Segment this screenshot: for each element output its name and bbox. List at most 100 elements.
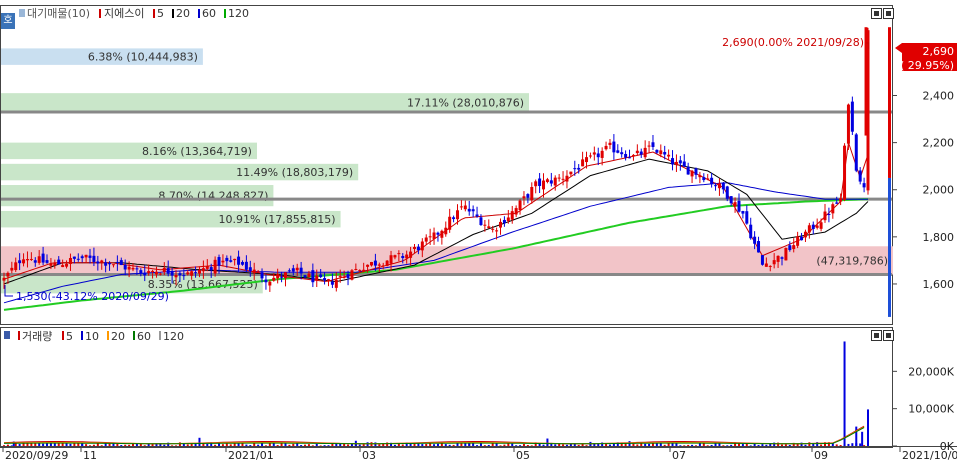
volume-legend: 거래량 5 10 20 60 120: [4, 330, 184, 343]
volume-bar: [49, 443, 52, 446]
candle: [827, 214, 831, 216]
price-tick-label: 2,200: [923, 137, 955, 150]
candle: [725, 186, 729, 199]
candle: [506, 217, 510, 222]
candle: [815, 225, 819, 228]
candle: [53, 262, 57, 266]
price-panel-maximize-button[interactable]: [871, 8, 882, 19]
candle: [499, 221, 503, 228]
candle: [2, 277, 6, 281]
volume-bar: [163, 444, 166, 446]
legend-stock-name: 지에스이: [104, 7, 144, 20]
candle: [612, 141, 616, 153]
volume-bar: [3, 445, 5, 446]
candle: [702, 177, 706, 181]
candle: [295, 267, 299, 271]
candle: [6, 272, 10, 277]
volume-bar: [499, 445, 502, 446]
volume-bar: [706, 445, 709, 446]
candle: [166, 268, 170, 274]
date-tick-label: 07: [672, 449, 686, 462]
candle: [92, 255, 96, 262]
candle: [346, 274, 350, 279]
candle: [850, 101, 854, 132]
ma-legend-swatch: [198, 9, 200, 18]
candle: [776, 255, 780, 262]
candle: [385, 260, 389, 266]
candle: [76, 258, 80, 260]
candle: [57, 259, 61, 265]
volume-panel-maximize-button[interactable]: [871, 330, 882, 341]
candle: [22, 259, 26, 264]
volume-bar: [522, 444, 525, 446]
candle: [518, 200, 522, 211]
candle: [792, 245, 796, 250]
candle: [858, 170, 862, 182]
candle: [131, 267, 135, 270]
candle: [749, 224, 753, 239]
candle: [487, 226, 491, 229]
volume-bar: [820, 444, 823, 446]
candle: [534, 181, 538, 187]
candle: [221, 260, 225, 263]
candle: [436, 232, 440, 235]
date-tick-label: 2020/09/29: [5, 449, 68, 462]
candle: [401, 256, 405, 259]
price-tick-label: 1,800: [923, 231, 955, 244]
volume-bar: [89, 445, 92, 446]
volume-bar: [694, 445, 697, 446]
volume-ma-legend-label: 120: [163, 330, 184, 343]
volume-bar: [861, 431, 864, 446]
volume-bar: [108, 443, 111, 446]
candle: [803, 231, 807, 238]
candle: [678, 160, 682, 164]
candle: [412, 246, 416, 249]
volume-ma-legend-swatch: [107, 331, 109, 340]
candle: [264, 279, 268, 283]
volume-bar: [788, 444, 791, 446]
candle: [647, 145, 651, 147]
candle: [248, 267, 252, 272]
price-panel-close-button[interactable]: [883, 8, 894, 19]
volume-profile-label: (47,319,786): [816, 254, 888, 267]
price-tick-label: 2,000: [923, 184, 955, 197]
volume-bar: [300, 445, 303, 446]
candle: [565, 175, 569, 182]
candle: [620, 152, 624, 155]
volume-bar: [171, 445, 174, 446]
candle: [416, 246, 420, 251]
chart-mode-button[interactable]: 호: [1, 13, 15, 29]
candle: [14, 262, 18, 271]
volume-bar: [276, 445, 279, 446]
candle: [209, 267, 213, 271]
volume-profile: 6.38% (10,444,983) 17.11% (28,010,876) 8.1…: [1, 48, 893, 294]
candle: [123, 264, 127, 270]
volume-bar: [362, 444, 365, 446]
volume-panel-close-button[interactable]: [883, 330, 894, 341]
volume-bar: [128, 444, 131, 446]
price-range-bar: [888, 27, 891, 178]
volume-bar: [577, 444, 580, 446]
volume-bar: [143, 445, 146, 446]
candle: [174, 274, 178, 278]
volume-bar: [178, 442, 181, 446]
candle: [299, 267, 303, 274]
volume-bar: [10, 445, 13, 446]
candle: [729, 196, 733, 204]
volume-bar: [315, 443, 318, 446]
candle: [655, 149, 659, 153]
volume-bar: [687, 444, 690, 446]
candle: [694, 168, 698, 175]
candle: [624, 154, 628, 158]
candle: [96, 261, 100, 264]
candle: [717, 183, 721, 189]
candle: [381, 265, 385, 267]
volume-bar: [847, 443, 850, 446]
candle: [25, 259, 29, 261]
volume-bar: [268, 443, 271, 446]
volume-bar: [225, 443, 228, 446]
volume-bar: [780, 444, 783, 446]
candle: [143, 273, 147, 276]
candle: [811, 224, 815, 230]
volume-bar: [358, 444, 361, 446]
